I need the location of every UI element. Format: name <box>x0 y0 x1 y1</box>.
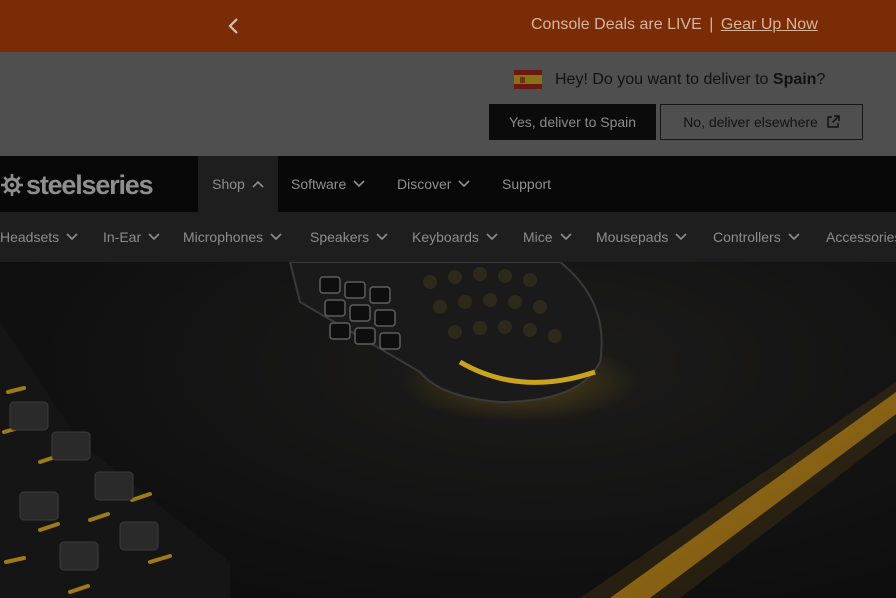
keyboard-illustration <box>0 322 230 598</box>
nav-discover-label: Discover <box>397 176 452 192</box>
chevron-down-icon <box>376 233 388 241</box>
delivery-question-suffix: ? <box>816 70 826 88</box>
chevron-down-icon <box>559 233 572 241</box>
chevron-left-icon[interactable] <box>226 15 242 37</box>
category-microphones[interactable]: Microphones <box>183 212 282 262</box>
category-speakers[interactable]: Speakers <box>310 212 388 262</box>
category-label: In-Ear <box>103 229 142 245</box>
nav-shop-label: Shop <box>212 176 245 192</box>
main-nav: steelseries Shop Software Discover Suppo… <box>0 156 896 212</box>
category-label: Keyboards <box>412 229 479 245</box>
deliver-elsewhere-button[interactable]: No, deliver elsewhere <box>660 104 863 140</box>
chevron-down-icon <box>270 233 282 241</box>
deliver-elsewhere-label: No, deliver elsewhere <box>683 114 818 130</box>
external-link-icon <box>827 115 840 128</box>
delivery-question-prefix: Hey! Do you want to deliver to <box>555 70 773 88</box>
nav-software-label: Software <box>291 176 347 192</box>
category-controllers[interactable]: Controllers <box>713 212 800 262</box>
category-mice[interactable]: Mice <box>523 212 572 262</box>
promo-text: Console Deals are LIVE <box>531 16 702 33</box>
nav-discover[interactable]: Discover <box>397 156 471 212</box>
steelseries-logo-icon <box>1 174 23 196</box>
nav-shop[interactable]: Shop <box>198 156 278 212</box>
chevron-down-icon <box>148 233 160 241</box>
chevron-down-icon <box>66 233 78 241</box>
category-label: Headsets <box>0 229 60 245</box>
promo-separator: | <box>709 16 714 33</box>
category-bar: Headsets In-Ear Microphones Speakers Key… <box>0 212 896 262</box>
deliver-yes-button[interactable]: Yes, deliver to Spain <box>489 104 656 140</box>
category-label: Speakers <box>310 229 370 245</box>
chevron-up-icon <box>252 180 264 188</box>
chevron-down-icon <box>458 180 471 188</box>
chevron-down-icon <box>788 233 800 241</box>
delivery-prompt: Hey! Do you want to deliver to Spain ? Y… <box>0 52 896 156</box>
nav-software[interactable]: Software <box>291 156 365 212</box>
chevron-down-icon <box>675 233 687 241</box>
spain-flag-icon <box>514 70 542 89</box>
chevron-down-icon <box>486 233 498 241</box>
steelseries-logo[interactable]: steelseries <box>0 169 154 200</box>
promo-link[interactable]: Gear Up Now <box>721 16 818 33</box>
hero-image <box>0 262 896 598</box>
mouse-illustration <box>288 262 603 404</box>
category-label: Mice <box>523 229 553 245</box>
category-label: Microphones <box>183 229 264 245</box>
nav-support-label: Support <box>502 176 552 192</box>
delivery-country: Spain <box>772 70 817 88</box>
category-label: Mousepads <box>596 229 669 245</box>
category-label: Controllers <box>713 229 781 245</box>
category-headsets[interactable]: Headsets <box>0 212 78 262</box>
brand-name: steelseries <box>26 169 154 200</box>
category-in-ear[interactable]: In-Ear <box>103 212 160 262</box>
delivery-question: Hey! Do you want to deliver to Spain ? <box>514 70 825 89</box>
category-label: Accessories <box>826 229 896 245</box>
category-accessories[interactable]: Accessories <box>826 212 896 262</box>
hero-illustration <box>0 262 896 598</box>
category-mousepads[interactable]: Mousepads <box>596 212 687 262</box>
category-keyboards[interactable]: Keyboards <box>412 212 498 262</box>
nav-support[interactable]: Support <box>502 156 551 212</box>
promo-message: Console Deals are LIVE | Gear Up Now <box>531 16 818 34</box>
promo-banner: Console Deals are LIVE | Gear Up Now <box>0 0 896 52</box>
chevron-down-icon <box>353 180 365 188</box>
